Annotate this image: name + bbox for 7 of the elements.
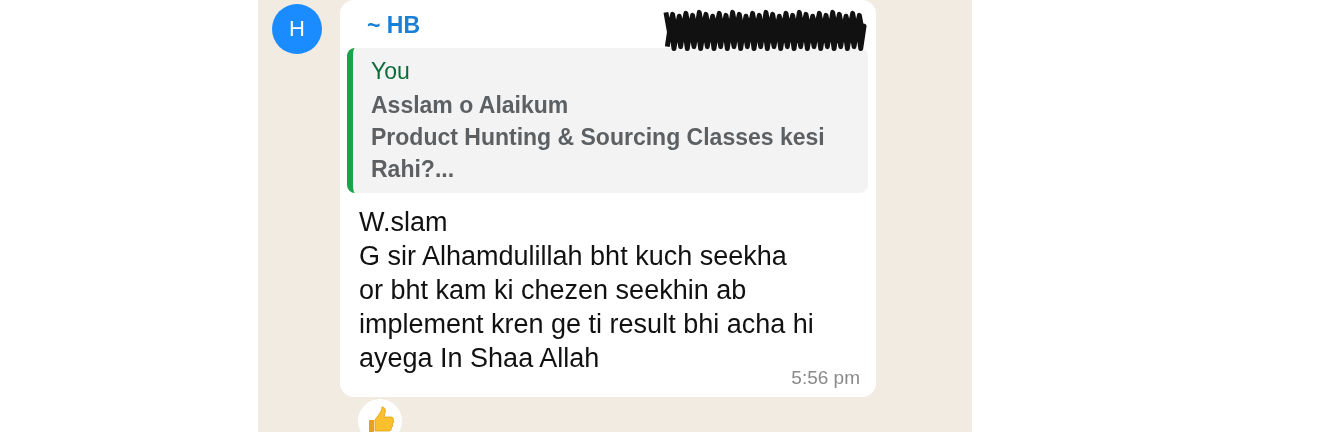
message-time: 5:56 pm	[791, 367, 860, 389]
avatar[interactable]: H	[272, 4, 322, 54]
quoted-message[interactable]: You Asslam o Alaikum Product Hunting & Sourcing Classes kesi Rahi?...	[347, 48, 868, 193]
quote-text: Asslam o Alaikum Product Hunting & Sourcing Classes kesi Rahi?...	[371, 91, 826, 184]
quote-author: You	[371, 58, 411, 85]
sender-name[interactable]: ~ HB	[367, 12, 421, 39]
reaction-button[interactable]	[358, 399, 402, 432]
